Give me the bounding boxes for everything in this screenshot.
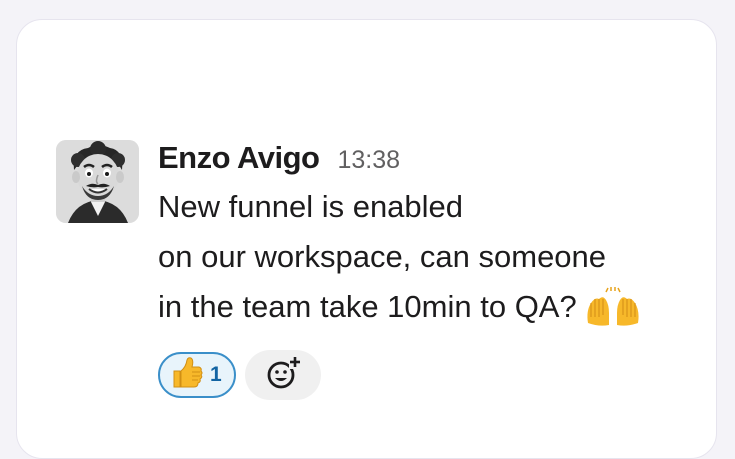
reaction-count: 1 <box>210 363 222 386</box>
message-text-line-1: New funnel is enabled <box>158 189 464 224</box>
message-text-line-3: in the team take 10min to QA? <box>158 282 641 342</box>
avatar[interactable] <box>56 140 139 223</box>
message: Enzo Avigo 13:38 New funnel is enabled o… <box>56 140 641 400</box>
reaction-thumbs-up[interactable]: 1 <box>158 352 236 398</box>
message-text-line-3-text: in the team take 10min to QA? <box>158 289 577 324</box>
message-card: Enzo Avigo 13:38 New funnel is enabled o… <box>16 19 717 459</box>
add-reaction-icon <box>263 353 303 398</box>
author-name[interactable]: Enzo Avigo <box>158 140 320 176</box>
thumbs-up-emoji <box>170 356 204 395</box>
reactions-bar: 1 <box>158 350 641 400</box>
message-header: Enzo Avigo 13:38 <box>158 140 641 180</box>
raising-hands-emoji <box>585 287 641 342</box>
message-body: Enzo Avigo 13:38 New funnel is enabled o… <box>158 140 641 400</box>
message-text-line-2: on our workspace, can someone <box>158 239 607 274</box>
timestamp[interactable]: 13:38 <box>337 146 400 175</box>
add-reaction-button[interactable] <box>244 350 321 400</box>
avatar-image <box>56 140 139 223</box>
